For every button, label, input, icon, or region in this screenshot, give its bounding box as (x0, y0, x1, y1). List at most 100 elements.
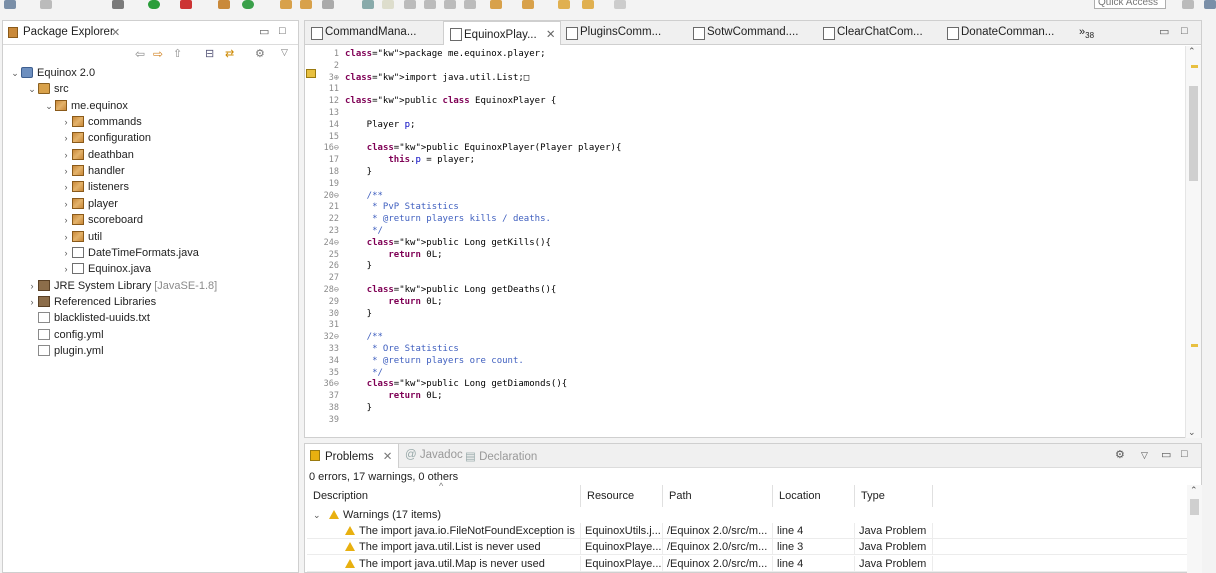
link-editor-icon[interactable]: ⇄ (225, 47, 234, 60)
chevron-right-icon[interactable]: › (60, 245, 72, 261)
tab-pluginscommand[interactable]: PluginsComm... (560, 21, 667, 45)
tab-equinoxplayer[interactable]: EquinoxPlay... ✕ (443, 21, 561, 45)
problems-maximize-icon[interactable]: □ (1181, 448, 1188, 460)
new-class-icon[interactable] (242, 0, 254, 9)
scroll-up-icon[interactable]: ⌃ (1190, 485, 1198, 496)
tree-item[interactable]: › DateTimeFormats.java (60, 245, 199, 261)
chevron-right-icon[interactable]: › (60, 179, 72, 195)
tree-item[interactable]: › deathban (60, 147, 134, 163)
more-tabs-button[interactable]: »38 (1079, 26, 1094, 40)
tree-item[interactable]: ⌄ me.equinox (43, 98, 128, 114)
package-explorer-title[interactable]: Package Explorer (23, 26, 114, 38)
column-type[interactable]: Type (855, 485, 933, 507)
scrollbar-thumb[interactable] (1189, 86, 1198, 181)
forward-icon[interactable] (582, 0, 594, 9)
warning-marker-icon[interactable] (306, 69, 316, 78)
tree-item[interactable]: › JRE System Library [JavaSE-1.8] (26, 278, 217, 294)
chevron-down-icon[interactable]: ⌄ (43, 98, 55, 114)
tree-item[interactable]: › Equinox.java (60, 261, 151, 277)
wand-icon[interactable] (322, 0, 334, 9)
tree-item[interactable]: › scoreboard (60, 212, 143, 228)
new-icon[interactable] (4, 0, 16, 9)
next-annotation-icon[interactable] (490, 0, 502, 9)
overview-warning-mark[interactable] (1191, 65, 1198, 68)
word-wrap-icon[interactable] (464, 0, 476, 9)
tree-item[interactable]: › configuration (60, 130, 151, 146)
filter-icon[interactable]: ⚙ (1115, 448, 1125, 461)
tree-item[interactable]: › commands (60, 114, 142, 130)
problems-minimize-icon[interactable]: ▭ (1161, 448, 1171, 461)
chevron-right-icon[interactable]: › (60, 212, 72, 228)
tab-commandmanager[interactable]: CommandMana... (305, 21, 422, 45)
close-icon[interactable]: ✕ (383, 451, 393, 463)
table-row[interactable]: The import java.io.FileNotFoundException… (307, 523, 1187, 539)
tree-item[interactable]: config.yml (26, 327, 104, 343)
scroll-down-icon[interactable]: ⌄ (1188, 427, 1196, 438)
editor-maximize-icon[interactable]: □ (1181, 25, 1188, 37)
open-perspective-icon[interactable] (1182, 0, 1194, 9)
warnings-group-row[interactable]: ⌄ Warnings (17 items) (307, 507, 1187, 523)
java-perspective-icon[interactable] (1204, 0, 1216, 9)
chevron-right-icon[interactable]: › (60, 114, 72, 130)
chevron-right-icon[interactable]: › (26, 294, 38, 310)
minimize-icon[interactable]: ▭ (259, 25, 269, 38)
chevron-down-icon[interactable]: ⌄ (313, 507, 321, 523)
view-menu-icon[interactable]: ▽ (1141, 450, 1148, 461)
open-type-icon[interactable] (280, 0, 292, 9)
show-whitespace-icon[interactable] (444, 0, 456, 9)
column-description[interactable]: Description (307, 485, 581, 507)
quick-access-field[interactable]: Quick Access (1094, 0, 1166, 9)
tab-donatecommand[interactable]: DonateComman... (941, 21, 1060, 45)
chevron-down-icon[interactable]: ⌄ (26, 81, 38, 97)
block-select-icon[interactable] (424, 0, 436, 9)
table-row[interactable]: The import java.util.Map is never used Eq… (307, 555, 1187, 572)
chevron-right-icon[interactable]: › (60, 196, 72, 212)
tab-clearchatcommand[interactable]: ClearChatCom... (817, 21, 929, 45)
chevron-right-icon[interactable]: › (60, 229, 72, 245)
pin-icon[interactable] (362, 0, 374, 9)
scroll-up-icon[interactable]: ⌃ (1188, 46, 1196, 57)
table-row[interactable]: The import java.util.List is never used E… (307, 539, 1187, 556)
external-tools-icon[interactable] (180, 0, 192, 9)
up-icon[interactable]: ⇧ (173, 47, 182, 60)
column-path[interactable]: Path (663, 485, 773, 507)
tab-javadoc[interactable]: @ Javadoc (405, 449, 463, 461)
editor-scrollbar[interactable]: ⌃ ⌄ (1185, 46, 1201, 438)
tab-sotwcommand[interactable]: SotwCommand.... (687, 21, 804, 45)
chevron-right-icon[interactable]: › (60, 130, 72, 146)
column-location[interactable]: Location (773, 485, 855, 507)
problems-scrollbar[interactable]: ⌃ (1187, 485, 1202, 573)
close-tab-icon[interactable]: ✕ (546, 29, 556, 41)
view-menu-icon[interactable]: ▽ (281, 47, 288, 58)
editor-minimize-icon[interactable]: ▭ (1159, 25, 1169, 38)
collapse-all-icon[interactable]: ⊟ (205, 47, 214, 60)
run-icon[interactable] (148, 0, 160, 9)
tree-item[interactable]: › listeners (60, 179, 129, 195)
tree-item[interactable]: › player (60, 196, 118, 212)
forward-arrow-icon[interactable]: ⇨ (153, 47, 163, 61)
chevron-right-icon[interactable]: › (60, 147, 72, 163)
new-package-icon[interactable] (218, 0, 230, 9)
save-icon[interactable] (40, 0, 52, 9)
tree-item[interactable]: ⌄ Equinox 2.0 (9, 65, 95, 81)
tab-declaration[interactable]: ▤ Declaration (465, 449, 537, 463)
tree-item[interactable]: › util (60, 229, 102, 245)
tree-item[interactable]: blacklisted-uuids.txt (26, 310, 150, 326)
open-folder-icon[interactable] (300, 0, 312, 9)
prev-annotation-icon[interactable] (522, 0, 534, 9)
tree-item[interactable]: plugin.yml (26, 343, 104, 359)
tree-item[interactable]: ⌄ src (26, 81, 69, 97)
chevron-right-icon[interactable]: › (60, 261, 72, 277)
overview-warning-mark[interactable] (1191, 344, 1198, 347)
scrollbar-thumb[interactable] (1190, 499, 1199, 515)
tree-item[interactable]: › Referenced Libraries (26, 294, 156, 310)
chevron-right-icon[interactable]: › (60, 163, 72, 179)
code-area[interactable]: 1 class="kw">package me.equinox.player; 2 3… (305, 46, 1185, 438)
tree-item[interactable]: › handler (60, 163, 125, 179)
last-edit-icon[interactable] (614, 0, 626, 9)
filter-icon[interactable]: ⚙ (255, 47, 265, 60)
toggle-icon[interactable] (404, 0, 416, 9)
chevron-right-icon[interactable]: › (26, 278, 38, 294)
debug-icon[interactable] (112, 0, 124, 9)
back-arrow-icon[interactable]: ⇦ (135, 47, 145, 61)
